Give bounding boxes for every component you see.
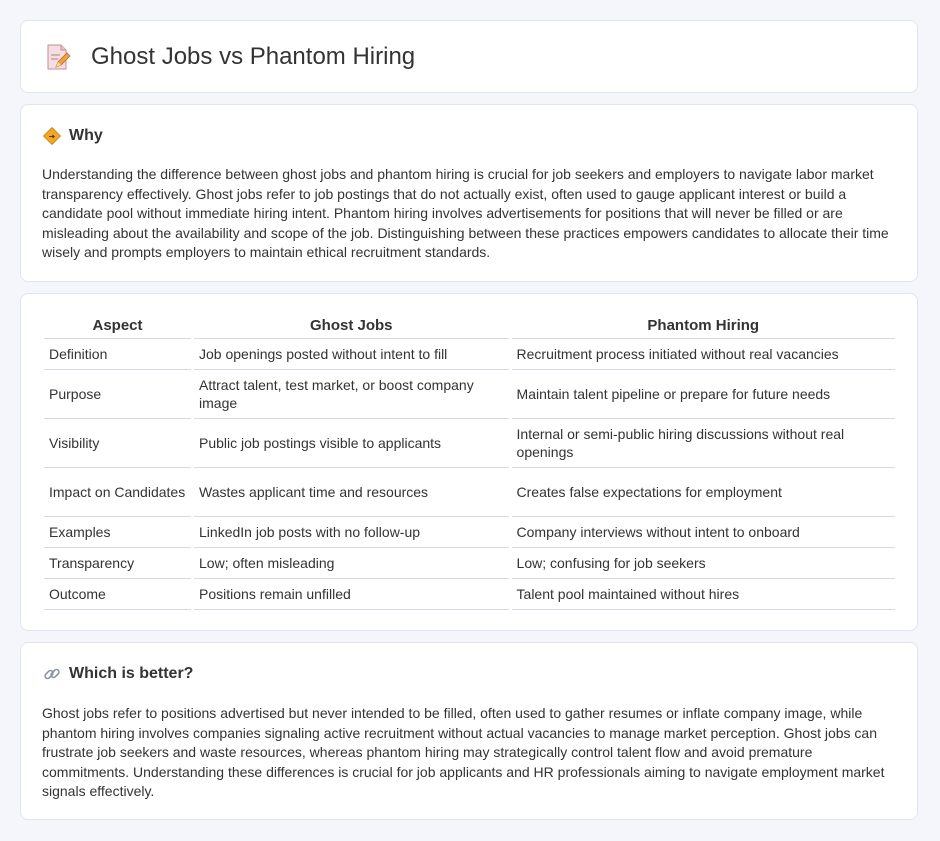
ghost-jobs-cell: Low; often misleading (194, 548, 509, 579)
why-heading-row: Why (42, 126, 103, 146)
phantom-hiring-cell: Recruitment process initiated without re… (511, 339, 895, 370)
link-icon (43, 665, 61, 683)
table-header-row: Aspect Ghost Jobs Phantom Hiring (44, 314, 895, 339)
aspect-cell: Transparency (44, 548, 192, 579)
phantom-hiring-cell: Talent pool maintained without hires (511, 579, 895, 610)
aspect-cell: Purpose (44, 370, 192, 419)
better-heading-row: Which is better? (43, 665, 193, 683)
ghost-jobs-cell: Job openings posted without intent to fi… (194, 339, 509, 370)
table-row: Transparency Low; often misleading Low; … (44, 548, 895, 579)
better-text: Ghost jobs refer to positions advertised… (42, 705, 885, 800)
ghost-jobs-cell: LinkedIn job posts with no follow-up (194, 517, 509, 548)
phantom-hiring-cell: Maintain talent pipeline or prepare for … (511, 370, 895, 419)
ghost-jobs-cell: Public job postings visible to applicant… (194, 419, 509, 468)
table-row: Purpose Attract talent, test market, or … (44, 370, 895, 419)
ghost-jobs-cell: Positions remain unfilled (194, 579, 509, 610)
document-pencil-icon (45, 43, 71, 71)
ghost-jobs-cell: Attract talent, test market, or boost co… (194, 370, 509, 419)
phantom-hiring-cell: Low; confusing for job seekers (511, 548, 895, 579)
phantom-hiring-cell: Company interviews without intent to onb… (511, 517, 895, 548)
table-row: Examples LinkedIn job posts with no foll… (44, 517, 895, 548)
aspect-cell: Outcome (44, 579, 192, 610)
title-row: Ghost Jobs vs Phantom Hiring (45, 43, 415, 71)
table-row: Impact on Candidates Wastes applicant ti… (44, 468, 895, 517)
ghost-jobs-cell: Wastes applicant time and resources (194, 468, 509, 517)
comparison-section: Aspect Ghost Jobs Phantom Hiring Definit… (20, 293, 918, 631)
table-row: Definition Job openings posted without i… (44, 339, 895, 370)
table-row: Visibility Public job postings visible t… (44, 419, 895, 468)
header-ghost-jobs: Ghost Jobs (194, 314, 509, 339)
table-row: Outcome Positions remain unfilled Talent… (44, 579, 895, 610)
comparison-table: Aspect Ghost Jobs Phantom Hiring Definit… (41, 314, 898, 610)
header-phantom-hiring: Phantom Hiring (511, 314, 895, 339)
better-heading: Which is better? (69, 665, 194, 682)
phantom-hiring-cell: Internal or semi-public hiring discussio… (511, 419, 895, 468)
aspect-cell: Definition (44, 339, 192, 370)
which-is-better-section: Which is better? Ghost jobs refer to pos… (20, 642, 918, 820)
aspect-cell: Examples (44, 517, 192, 548)
aspect-cell: Visibility (44, 419, 192, 468)
why-text: Understanding the difference between gho… (42, 166, 889, 261)
diamond-sign-icon (42, 126, 62, 146)
header-aspect: Aspect (44, 314, 192, 339)
why-section: Why Understanding the difference between… (20, 104, 918, 282)
why-heading: Why (69, 127, 103, 144)
header-card: Ghost Jobs vs Phantom Hiring (20, 20, 918, 93)
aspect-cell: Impact on Candidates (44, 468, 192, 517)
page-title: Ghost Jobs vs Phantom Hiring (91, 43, 416, 70)
phantom-hiring-cell: Creates false expectations for employmen… (511, 468, 895, 517)
